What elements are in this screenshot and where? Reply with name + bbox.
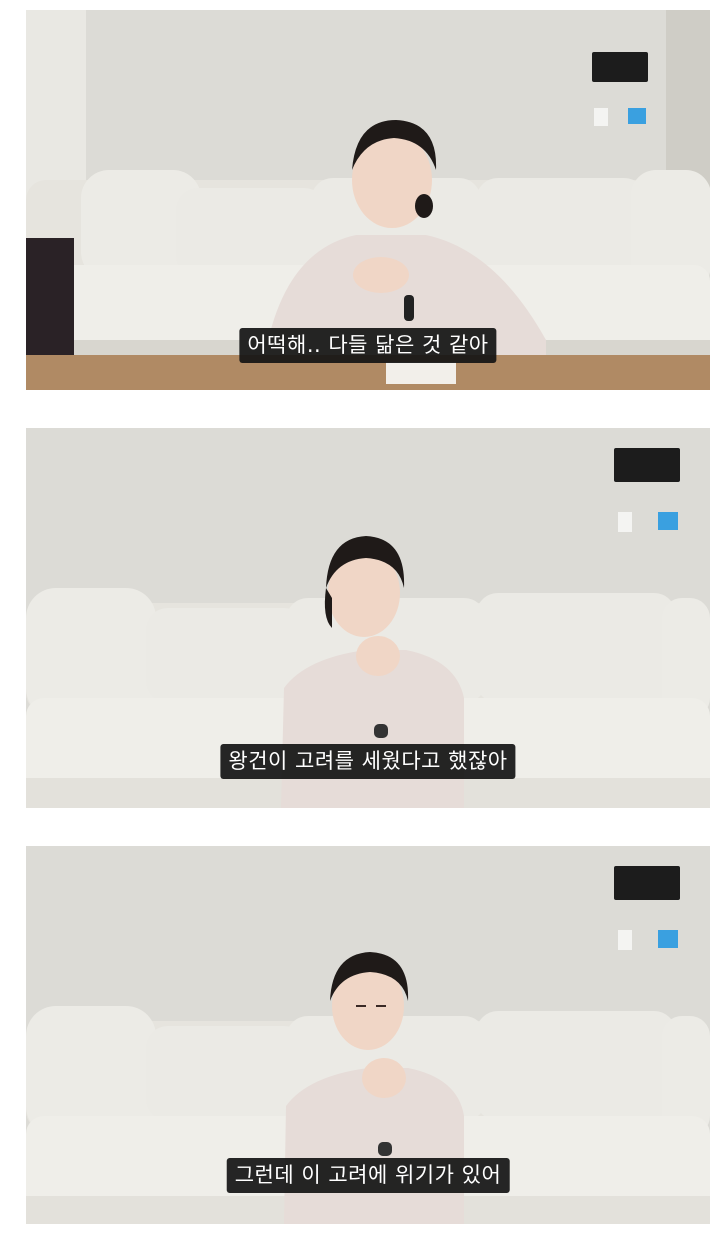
subtitle-caption: 어떡해.. 다들 닮은 것 같아 [239,328,497,363]
page: 어떡해.. 다들 닮은 것 같아 왕건이 고려를 세웠다고 했잖아 그런데 이 … [0,0,714,1254]
subtitle-caption: 그런데 이 고려에 위기가 있어 [226,1158,510,1193]
subtitle-caption: 왕건이 고려를 세웠다고 했잖아 [220,744,516,779]
video-frame-1: 어떡해.. 다들 닮은 것 같아 [26,10,710,390]
video-frame-3: 그런데 이 고려에 위기가 있어 [26,846,710,1224]
video-frame-2: 왕건이 고려를 세웠다고 했잖아 [26,428,710,808]
